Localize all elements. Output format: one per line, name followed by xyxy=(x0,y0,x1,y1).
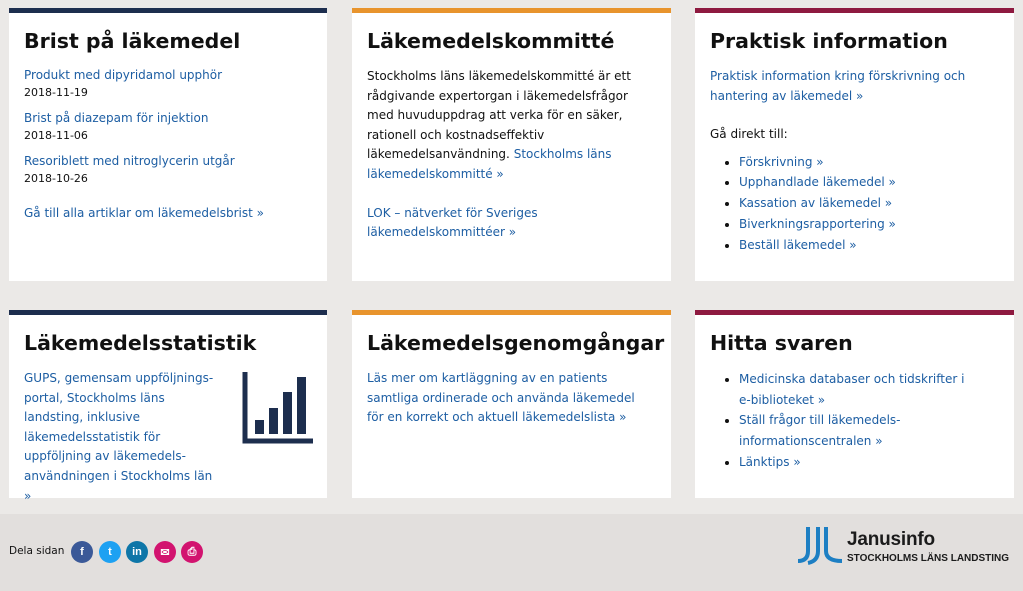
card-genomgangar: Läkemedelsgenomgångar Läs mer om kartläg… xyxy=(352,310,671,498)
twitter-icon[interactable]: t xyxy=(99,541,121,563)
list-item[interactable]: Kassation av läkemedel » xyxy=(739,193,1000,214)
news-date: 2018-11-19 xyxy=(24,86,88,99)
linkedin-icon[interactable]: in xyxy=(126,541,148,563)
direct-label: Gå direkt till: xyxy=(710,127,788,142)
list-item[interactable]: Länktips » xyxy=(739,452,979,473)
all-articles-link[interactable]: Gå till alla artiklar om läkemedelsbrist… xyxy=(24,205,313,221)
list-item[interactable]: Medicinska databaser och tidskrifter i e… xyxy=(739,369,979,410)
card-hitta: Hitta svaren Medicinska databaser och ti… xyxy=(695,310,1014,498)
share-label: Dela sidan xyxy=(9,545,65,557)
news-link[interactable]: Produkt med dipyridamol upphör xyxy=(24,67,313,83)
print-icon[interactable]: ⎙ xyxy=(181,541,203,563)
card-title: Praktisk information xyxy=(710,29,948,53)
news-link[interactable]: Brist på diazepam för injektion xyxy=(24,110,313,126)
card-title: Brist på läkemedel xyxy=(24,29,241,53)
praktisk-intro-link[interactable]: Praktisk information kring förskrivning … xyxy=(710,69,965,103)
footer: Dela sidan f t in ✉ ⎙ Janusinfo STOCKHOL… xyxy=(0,514,1023,591)
janusinfo-logo[interactable]: Janusinfo STOCKHOLMS LÄNS LANDSTING xyxy=(796,525,1009,569)
list-item[interactable]: Ställ frågor till läkemedels-information… xyxy=(739,410,979,451)
card-brist: Brist på läkemedel Produkt med dipyridam… xyxy=(9,8,327,281)
card-kommitte: Läkemedelskommitté Stockholms läns läkem… xyxy=(352,8,671,281)
list-item[interactable]: Upphandlade läkemedel » xyxy=(739,172,1000,193)
news-date: 2018-11-06 xyxy=(24,129,88,142)
logo-mark-icon xyxy=(797,527,843,565)
card-statistik: Läkemedelsstatistik GUPS, gemensam uppfö… xyxy=(9,310,327,503)
bar-chart-icon xyxy=(242,372,313,444)
email-icon[interactable]: ✉ xyxy=(154,541,176,563)
logo-name: Janusinfo xyxy=(847,529,935,550)
direct-links-list: Förskrivning » Upphandlade läkemedel » K… xyxy=(710,152,1000,256)
list-item[interactable]: Förskrivning » xyxy=(739,152,1000,173)
genomgangar-link[interactable]: Läs mer om kartläggning av en patients s… xyxy=(367,369,652,428)
news-link[interactable]: Resoriblett med nitroglycerin utgår xyxy=(24,153,313,169)
card-praktisk: Praktisk information Praktisk informatio… xyxy=(695,8,1014,281)
hitta-links-list: Medicinska databaser och tidskrifter i e… xyxy=(710,369,979,473)
gups-link[interactable]: GUPS, gemensam uppföljnings-portal, Stoc… xyxy=(24,369,219,506)
logo-subtitle: STOCKHOLMS LÄNS LANDSTING xyxy=(847,553,1010,564)
card-title: Läkemedelsgenomgångar xyxy=(367,331,665,355)
facebook-icon[interactable]: f xyxy=(71,541,93,563)
news-date: 2018-10-26 xyxy=(24,172,88,185)
card-title: Läkemedelskommitté xyxy=(367,29,615,53)
card-title: Läkemedelsstatistik xyxy=(24,331,257,355)
card-title: Hitta svaren xyxy=(710,331,853,355)
list-item[interactable]: Beställ läkemedel » xyxy=(739,235,1000,256)
list-item[interactable]: Biverkningsrapportering » xyxy=(739,214,1000,235)
lok-link[interactable]: LOK – nätverket för Sveriges läkemedelsk… xyxy=(367,206,538,240)
